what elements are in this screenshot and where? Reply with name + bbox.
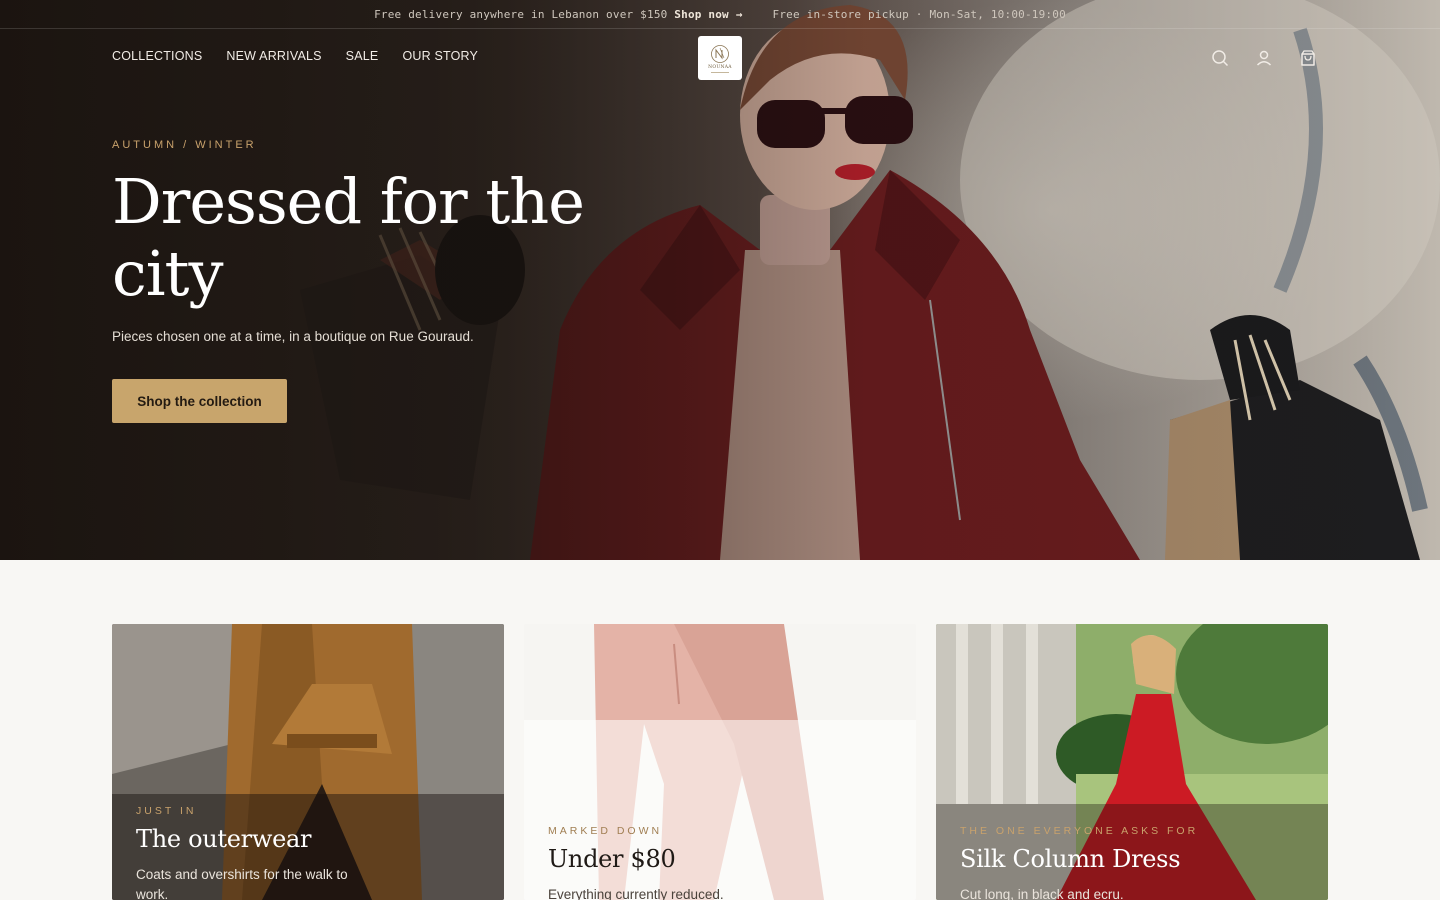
announcement-bar: Free delivery anywhere in Lebanon over $…	[0, 0, 1440, 29]
store-logo[interactable]: NOUNAA	[698, 36, 742, 80]
shop-collection-button[interactable]: Shop the collection	[112, 379, 287, 423]
card-under-80-title: Under $80	[548, 845, 676, 873]
card-under-80-desc: Everything currently reduced.	[548, 887, 724, 900]
main-nav: COLLECTIONS NEW ARRIVALS SALE OUR STORY	[112, 49, 478, 63]
logo-divider	[711, 71, 729, 73]
cart-icon[interactable]	[1298, 48, 1318, 68]
hero-subline: Pieces chosen one at a time, in a boutiq…	[112, 329, 474, 344]
card-under-80-eyebrow: MARKED DOWN	[548, 825, 663, 837]
hero-banner: Free delivery anywhere in Lebanon over $…	[0, 0, 1440, 560]
hero-headline: Dressed for the city	[112, 165, 585, 310]
nav-our-story[interactable]: OUR STORY	[402, 49, 478, 63]
card-outerwear-desc: Coats and overshirts for the walk to wor…	[136, 867, 348, 900]
nav-sale[interactable]: SALE	[346, 49, 379, 63]
delivery-text: Free delivery anywhere in Lebanon over $…	[374, 7, 668, 21]
card-outerwear-eyebrow: JUST IN	[136, 805, 197, 817]
card-outerwear-image	[112, 624, 504, 900]
search-icon[interactable]	[1210, 48, 1230, 68]
card-silk-dress[interactable]: THE ONE EVERYONE ASKS FOR Silk Column Dr…	[936, 624, 1328, 900]
card-outerwear-title: The outerwear	[136, 825, 312, 853]
header-actions	[1210, 48, 1318, 68]
hero-eyebrow: AUTUMN / WINTER	[112, 139, 257, 151]
logo-monogram-icon	[711, 44, 729, 63]
nav-new-arrivals[interactable]: NEW ARRIVALS	[226, 49, 321, 63]
announcement-pickup: Free in-store pickup · Mon-Sat, 10:00-19…	[772, 7, 1066, 21]
account-icon[interactable]	[1254, 48, 1274, 68]
card-silk-dress-title: Silk Column Dress	[960, 845, 1181, 873]
card-silk-dress-eyebrow: THE ONE EVERYONE ASKS FOR	[960, 825, 1199, 837]
announcement-delivery: Free delivery anywhere in Lebanon over $…	[374, 8, 742, 21]
card-silk-dress-desc: Cut long, in black and ecru.	[960, 887, 1124, 900]
card-under-80[interactable]: MARKED DOWN Under $80 Everything current…	[524, 624, 916, 900]
logo-wordmark: NOUNAA	[708, 64, 732, 70]
shop-now-link[interactable]: Shop now →	[674, 8, 742, 21]
nav-collections[interactable]: COLLECTIONS	[112, 49, 202, 63]
card-outerwear[interactable]: JUST IN The outerwear Coats and overshir…	[112, 624, 504, 900]
